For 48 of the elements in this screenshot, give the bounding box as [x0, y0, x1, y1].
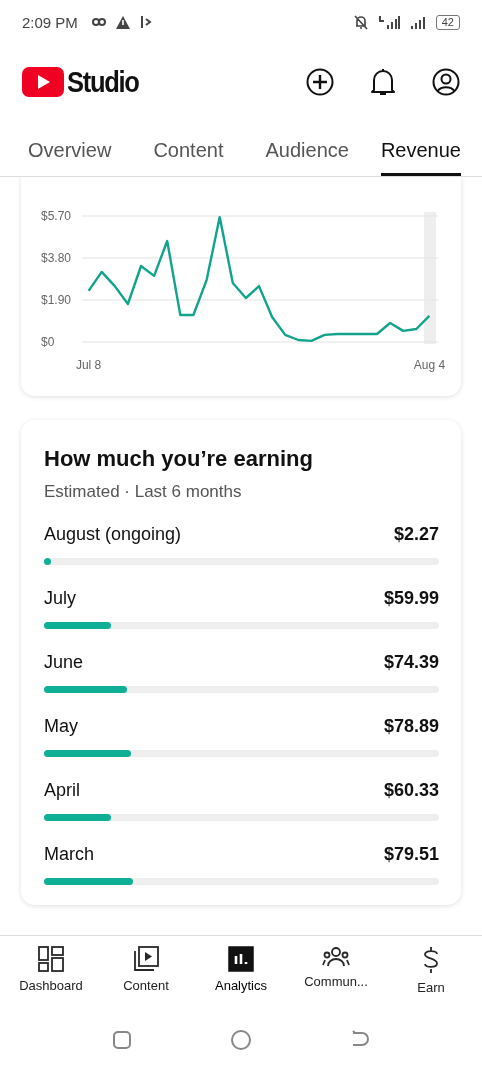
video-library-icon [133, 946, 159, 972]
axis-label: Jul 8 [75, 358, 102, 372]
people-icon [322, 946, 350, 968]
card-title: How much you’re earning [44, 446, 314, 472]
voicemail-icon [91, 17, 106, 27]
card-subtitle: Estimated · Last 6 months [44, 482, 243, 502]
nav-item[interactable]: Dashboard [6, 936, 96, 1014]
signal-icon [409, 15, 426, 29]
muted-bell-icon [353, 14, 368, 30]
signal-icon [377, 15, 400, 29]
axis-label: Aug 4 [413, 358, 446, 372]
axis-label: $0 [41, 335, 55, 349]
dollar-icon [422, 946, 440, 974]
earning-amount: $2.27 [393, 524, 439, 545]
dashboard-icon [38, 946, 64, 972]
earning-amount: $60.33 [383, 780, 439, 801]
earning-amount: $78.89 [383, 716, 439, 737]
warning-icon [115, 15, 130, 29]
earning-amount: $79.51 [383, 844, 439, 865]
nav-item[interactable]: Commun... [291, 936, 381, 1014]
logo-icon [22, 67, 64, 97]
month-label: May [44, 716, 78, 737]
axis-label: $5.70 [41, 209, 72, 223]
axis-label: $1.90 [41, 293, 72, 307]
logo-text: Studio [67, 65, 139, 99]
month-label: April [44, 780, 80, 801]
notifications-icon[interactable] [370, 67, 396, 97]
month-label: August (ongoing) [44, 524, 182, 545]
month-label: July [44, 588, 76, 609]
clock-time: 2:09 PM [22, 13, 78, 31]
account-icon[interactable] [432, 68, 460, 96]
create-icon[interactable] [306, 68, 334, 96]
recents-icon[interactable] [112, 1030, 132, 1050]
month-label: June [44, 652, 84, 673]
tab[interactable]: Audience [255, 120, 359, 176]
axis-label: $3.80 [41, 251, 72, 265]
tab[interactable]: Overview [18, 120, 122, 176]
tab[interactable]: Content [143, 120, 234, 176]
month-label: March [44, 844, 94, 865]
home-icon[interactable] [230, 1029, 252, 1051]
nav-item[interactable]: Analytics [196, 936, 286, 1014]
analytics-icon [228, 946, 254, 972]
cast-icon [139, 15, 152, 29]
battery-level: 42 [435, 14, 460, 30]
nav-item[interactable]: Content [101, 936, 191, 1014]
earning-amount: $74.39 [383, 652, 439, 673]
earning-amount: $59.99 [383, 588, 439, 609]
nav-item[interactable]: Earn [386, 936, 476, 1014]
